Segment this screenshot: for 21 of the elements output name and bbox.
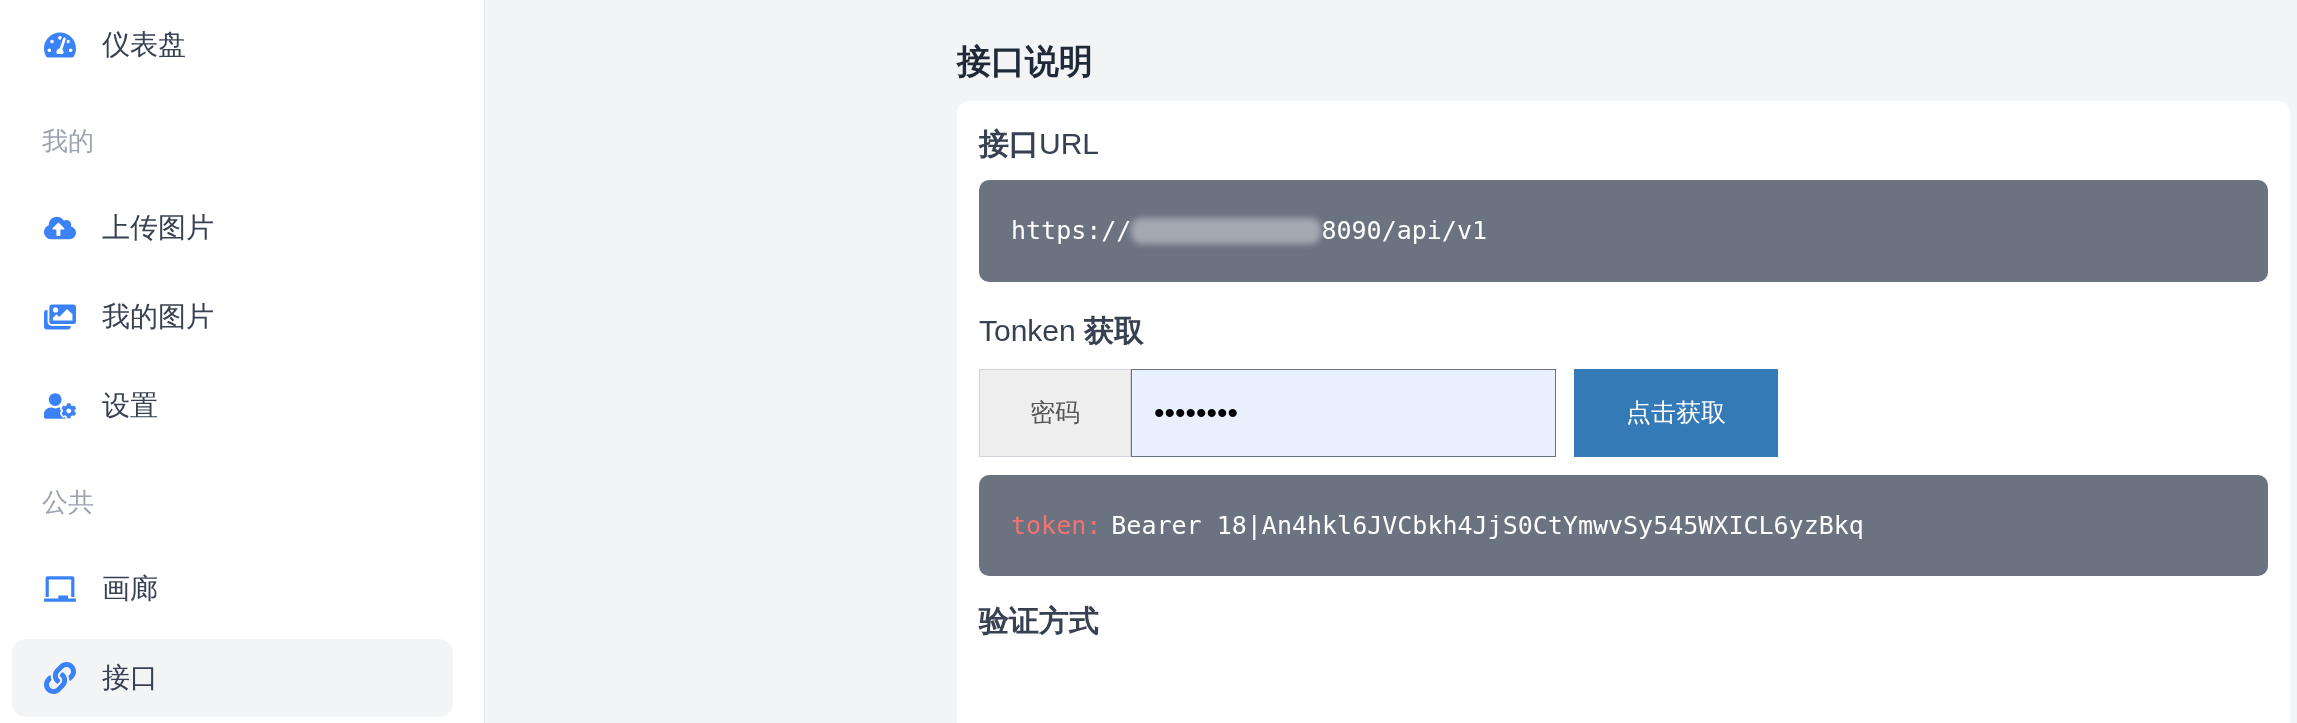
- sidebar-item[interactable]: 画廊: [12, 550, 453, 628]
- field-label: 密码: [979, 369, 1131, 457]
- sidebar-item[interactable]: 我的图片: [12, 277, 453, 356]
- section-label: 我的: [42, 124, 94, 158]
- page-title: 接口说明: [957, 41, 1093, 82]
- token-value: Bearer 18|An4hkl6JVCbkh4JjS0CtYmwvSy545WXICL6yzBkq: [1111, 509, 1864, 542]
- sidebar-item[interactable]: 接口: [12, 639, 453, 718]
- link-icon: [42, 662, 78, 695]
- sidebar-item[interactable]: 仪表盘: [12, 5, 453, 84]
- url-text: 8090/api/v1: [1321, 215, 1487, 248]
- section-heading: 接口URL: [979, 126, 1099, 162]
- section-heading: 验证方式: [979, 603, 1099, 639]
- password-field[interactable]: ••••••••: [1131, 369, 1556, 457]
- get-token-button[interactable]: 点击获取: [1574, 369, 1778, 457]
- sidebar-item[interactable]: 设置: [12, 367, 453, 446]
- section-label: 公共: [42, 486, 94, 520]
- sidebar-item[interactable]: 上传图片: [12, 188, 453, 267]
- token-key: token:: [1011, 506, 1102, 545]
- screen-icon: [42, 573, 78, 605]
- section-heading: Tonken 获取: [979, 313, 1145, 349]
- url-text: https://: [1011, 215, 1132, 248]
